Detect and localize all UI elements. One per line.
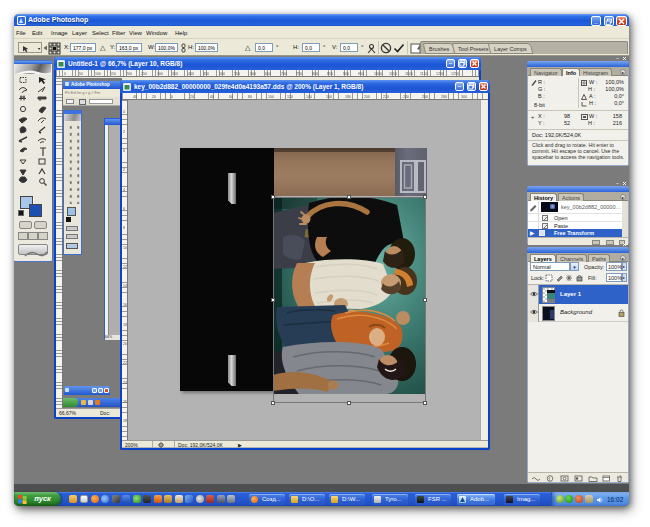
svg-text:f: f xyxy=(549,476,551,482)
